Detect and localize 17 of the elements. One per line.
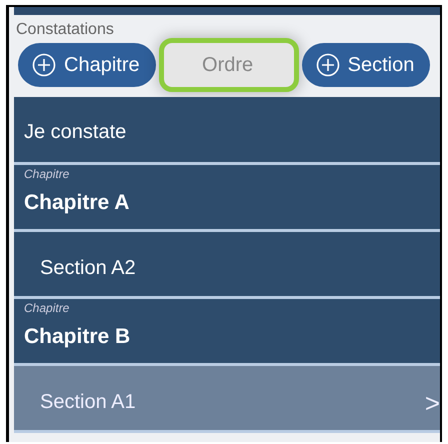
chapter-row[interactable]: Chapitre Chapitre B — [14, 299, 440, 366]
plus-circle-icon — [316, 53, 340, 77]
plus-circle-icon — [32, 53, 56, 77]
row-title: Je constate — [24, 121, 128, 144]
row-caption: Chapitre — [24, 301, 70, 315]
chevron-text: > — [424, 388, 440, 419]
section-row[interactable]: Section A2 — [14, 232, 440, 299]
add-button[interactable]: Section — [302, 43, 430, 87]
list-row[interactable]: Je constate — [14, 97, 440, 165]
add-button[interactable]: Chapitre — [18, 43, 156, 87]
section-title: Section A1 — [40, 390, 137, 414]
chapter-title: Chapitre B — [24, 325, 132, 349]
chapter-row[interactable]: Chapitre Chapitre A — [14, 165, 440, 232]
section-title: Section A2 — [40, 256, 137, 280]
row-caption: Chapitre — [24, 167, 70, 181]
chapter-title: Chapitre A — [24, 191, 130, 215]
section-title: Constatations — [15, 20, 115, 39]
